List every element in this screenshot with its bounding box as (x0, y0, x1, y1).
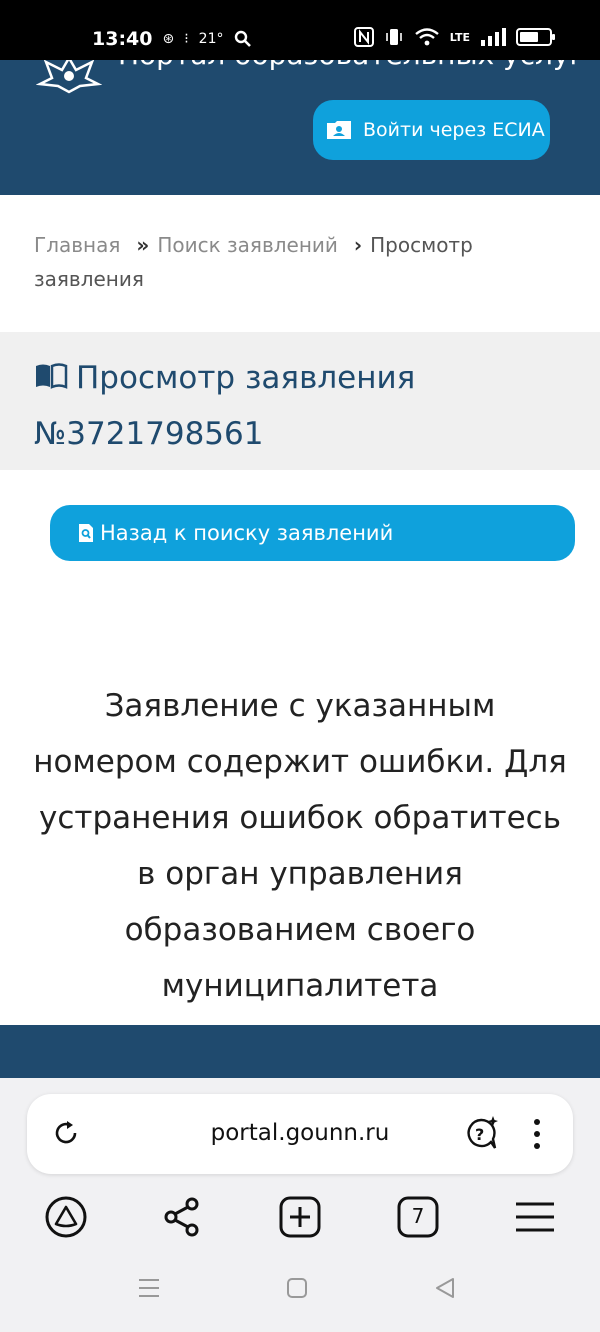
browser-chrome: portal.gounn.ru ? 7 (0, 1078, 600, 1332)
back-to-search-label: Назад к поиску заявлений (100, 521, 394, 545)
page-title: Просмотр заявления №3721798561 (34, 360, 416, 452)
error-message: Заявление с указанным номером содержит о… (33, 688, 567, 1004)
network-type: LTE (449, 30, 470, 44)
id-card-icon (327, 121, 351, 139)
status-bar: 13:40 ⊛ ⁝ 21° LTE (0, 0, 600, 60)
signal-icon (481, 28, 506, 46)
search-doc-icon (79, 524, 93, 542)
tabs-icon[interactable]: 7 (395, 1194, 441, 1240)
assistant-icon[interactable]: ? (461, 1114, 501, 1154)
menu-icon[interactable] (512, 1194, 558, 1240)
new-tab-icon[interactable] (277, 1194, 323, 1240)
system-nav-bar (0, 1276, 600, 1316)
status-time: 13:40 (92, 28, 153, 50)
share-icon[interactable] (159, 1194, 205, 1240)
wifi-icon (415, 28, 439, 46)
site-title: Портал образовательных услуг (118, 60, 584, 71)
svg-text:?: ? (475, 1125, 484, 1144)
search-status-icon (234, 30, 251, 47)
site-footer (0, 1025, 600, 1085)
status-right: LTE (353, 27, 555, 47)
esia-login-label: Войти через ЕСИА (363, 119, 545, 141)
nav-home-icon[interactable] (285, 1276, 309, 1300)
back-to-search-button[interactable]: Назад к поиску заявлений (50, 505, 575, 561)
site-header: Портал образовательных услуг Войти через… (0, 60, 600, 195)
nav-back-icon[interactable] (433, 1276, 457, 1300)
breadcrumb: Главная» Поиск заявлений › Просмотр заявлен… (34, 228, 574, 296)
emblem-icon (36, 60, 102, 94)
more-icon[interactable] (527, 1114, 547, 1154)
alice-icon[interactable] (43, 1194, 89, 1240)
breadcrumb-search[interactable]: Поиск заявлений (157, 233, 338, 257)
title-panel: Просмотр заявления №3721798561 (0, 332, 600, 470)
breadcrumb-home[interactable]: Главная (34, 233, 120, 257)
esia-login-button[interactable]: Войти через ЕСИА (313, 100, 550, 160)
battery-icon (516, 28, 555, 46)
nfc-icon (353, 27, 374, 47)
nav-recents-icon[interactable] (137, 1276, 161, 1300)
navigation-status-icon: ⊛ (162, 31, 175, 47)
breadcrumb-separator: » (136, 233, 150, 257)
app-screen: 13:40 ⊛ ⁝ 21° LTE Портал образовательных… (0, 0, 600, 1332)
steps-icon: ⁝ (184, 31, 189, 47)
tab-count: 7 (411, 1204, 425, 1228)
address-bar[interactable]: portal.gounn.ru ? (27, 1094, 573, 1174)
browser-toolbar: 7 (0, 1194, 600, 1246)
breadcrumb-separator: › (353, 233, 363, 257)
vibrate-icon (385, 29, 402, 45)
status-left: 13:40 ⊛ ⁝ 21° (92, 28, 252, 50)
status-temperature: 21° (198, 31, 224, 47)
